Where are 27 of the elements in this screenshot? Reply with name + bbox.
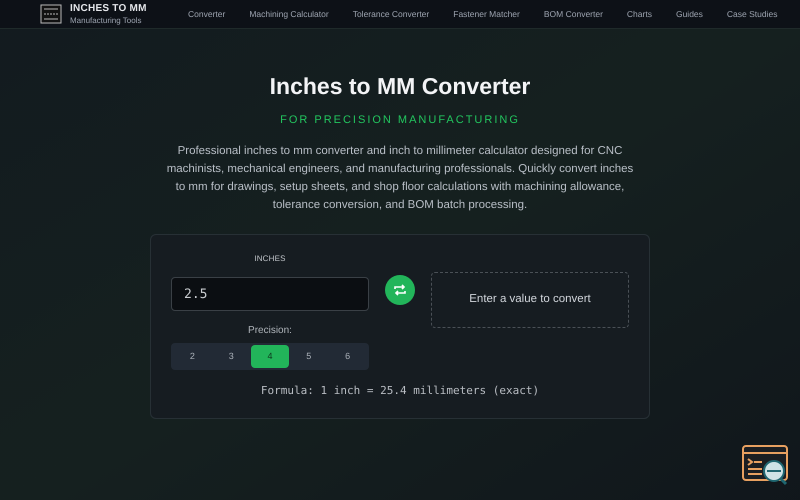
swap-button[interactable] [385, 275, 415, 305]
precision-option[interactable]: 4 [250, 345, 290, 368]
field-label: INCHES [254, 253, 286, 265]
swap-icon [392, 282, 408, 298]
precision-option[interactable]: 5 [289, 345, 328, 368]
site-subtitle: Manufacturing Tools [70, 16, 142, 24]
nav-link[interactable]: BOM Converter [544, 8, 603, 20]
nav-link[interactable]: Converter [188, 8, 226, 20]
page-title: Inches to MM Converter [270, 72, 530, 101]
site-title: INCHES TO MM [70, 4, 147, 14]
precision-option[interactable]: 6 [328, 345, 367, 368]
result-display: Enter a value to convert [431, 272, 629, 328]
nav-link[interactable]: Charts [626, 8, 652, 20]
nav-link[interactable]: Machining Calculator [249, 8, 329, 20]
precision-label: Precision: [248, 324, 292, 338]
formula-text: Formula: 1 inch = 25.4 millimeters (exact) [260, 383, 540, 399]
description: Professional inches to mm converter and inch to millimeter calculator designed for CNC machinists, mechanical engineers, and manufacturing professionals. Quickly convert inches to mm for drawings, setup sheets, and shop floor calculations with machining allowance, tolerance conversion, and BOM batch processing. [166, 144, 634, 213]
logo-icon [40, 3, 62, 25]
browser-search-icon [742, 445, 790, 487]
inches-input[interactable]: 2.5 [171, 277, 369, 311]
nav-link[interactable]: Tolerance Converter [352, 8, 430, 20]
precision-option[interactable]: 2 [173, 345, 212, 368]
nav-link[interactable]: Case Studies [726, 8, 778, 20]
precision-option[interactable]: 3 [212, 345, 251, 368]
nav-link[interactable]: Fastener Matcher [453, 8, 520, 20]
nav-link[interactable]: Guides [676, 8, 703, 20]
tagline: FOR PRECISION MANUFACTURING [280, 112, 520, 128]
